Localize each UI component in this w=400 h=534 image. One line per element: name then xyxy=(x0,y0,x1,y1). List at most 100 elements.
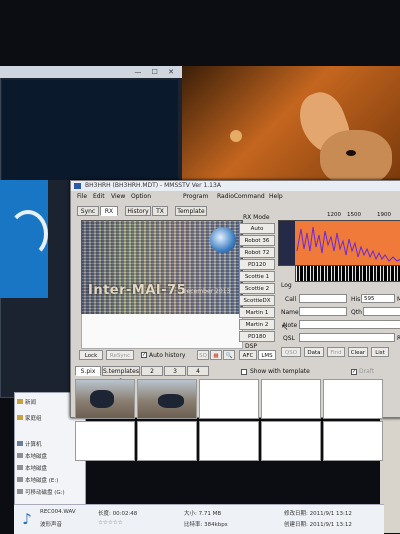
thumbnail-photo[interactable] xyxy=(137,379,197,419)
thumbnail-figure xyxy=(90,390,114,408)
nav-item[interactable]: 本地磁盘 xyxy=(25,452,47,460)
nav-item[interactable]: 可移动磁盘 (G:) xyxy=(25,488,65,496)
drive-icon xyxy=(17,453,23,458)
rx-mode-label: RX Mode xyxy=(243,214,270,221)
mode-martin1[interactable]: Martin 1 xyxy=(239,307,275,318)
menu-edit[interactable]: Edit xyxy=(93,192,105,202)
rx-image-blank-area xyxy=(81,314,243,349)
tab-s-pix[interactable]: S.pix xyxy=(75,366,101,376)
tab-sync[interactable]: Sync xyxy=(77,206,99,216)
qth-label: Qth xyxy=(351,309,362,316)
received-image: Inter-MAI-75 December 2013 xyxy=(81,220,243,316)
call-field[interactable] xyxy=(299,294,347,303)
qso-button[interactable]: QSO xyxy=(281,347,301,357)
mode-pd180[interactable]: PD180 xyxy=(239,331,275,342)
window-controls[interactable]: — ☐ ✕ xyxy=(134,68,178,76)
menu-radiocommand[interactable]: RadioCommand xyxy=(217,192,265,202)
show-with-template-checkbox[interactable] xyxy=(241,369,247,375)
menu-program[interactable]: Program xyxy=(183,192,208,202)
music-note-icon xyxy=(8,210,48,258)
freq-tick: 1500 xyxy=(347,212,361,218)
mode-robot36[interactable]: Robot 36 xyxy=(239,235,275,246)
zoom-icon[interactable]: 🔍 xyxy=(223,350,235,360)
his-label: His xyxy=(351,296,361,303)
clear-button[interactable]: Clear xyxy=(348,347,368,357)
sq-button[interactable]: SQ xyxy=(197,350,209,360)
mode-scottie1[interactable]: Scottie 1 xyxy=(239,271,275,282)
qsl-label: QSL xyxy=(283,335,295,342)
mode-robot72[interactable]: Robot 72 xyxy=(239,247,275,258)
nav-item[interactable]: 计算机 xyxy=(25,440,42,448)
call-label: Call xyxy=(285,296,297,303)
name-field[interactable] xyxy=(299,307,347,316)
drive-icon xyxy=(17,477,23,482)
rx-image-date: December 2013 xyxy=(182,288,231,295)
nav-item[interactable]: 本地磁盘 (E:) xyxy=(25,476,58,484)
color-palette-icon[interactable]: ▦ xyxy=(210,350,222,360)
thumbnail-empty[interactable] xyxy=(323,379,383,419)
qth-field[interactable] xyxy=(363,307,400,316)
thumbnail-empty[interactable] xyxy=(75,421,135,461)
audio-file-icon: ♪ xyxy=(22,510,32,528)
waterfall-display[interactable] xyxy=(295,265,400,282)
dsp-label: DSP xyxy=(245,343,258,350)
thumbnail-empty[interactable] xyxy=(261,421,321,461)
tab-history[interactable]: History xyxy=(125,206,151,216)
tab-page-3[interactable]: 3 xyxy=(164,366,186,376)
thumbnail-empty[interactable] xyxy=(199,421,259,461)
app-icon xyxy=(74,183,81,189)
file-name: REC004.WAV xyxy=(40,509,76,515)
tab-page-4[interactable]: 4 xyxy=(187,366,209,376)
nav-item[interactable]: 家庭组 xyxy=(25,414,42,422)
thumbnail-empty[interactable] xyxy=(199,379,259,419)
wallpaper-bokeh xyxy=(230,130,242,142)
spectrum-display[interactable] xyxy=(278,220,400,266)
auto-history-checkbox[interactable]: ✓ xyxy=(141,352,147,358)
picture-thumbnails xyxy=(75,377,397,465)
nav-item[interactable]: 新闻 xyxy=(25,398,36,406)
mode-pd120[interactable]: PD120 xyxy=(239,259,275,270)
tab-s-templates-1[interactable]: S.templates 1 xyxy=(102,366,140,385)
menu-file[interactable]: File xyxy=(77,192,87,202)
homegroup-icon xyxy=(17,415,23,420)
his-rst-field[interactable]: 595 xyxy=(361,294,395,303)
folder-icon xyxy=(17,399,23,404)
mode-martin2[interactable]: Martin 2 xyxy=(239,319,275,330)
drive-icon xyxy=(17,465,23,470)
list-button[interactable]: List xyxy=(371,347,389,357)
menu-bar: File Edit View Option Program RadioComma… xyxy=(71,192,400,202)
mode-scottiedx[interactable]: ScottieDX xyxy=(239,295,275,306)
spectrum-trace xyxy=(279,221,400,265)
menu-help[interactable]: Help xyxy=(269,192,283,202)
menu-option[interactable]: Option xyxy=(131,192,151,202)
thumbnail-empty[interactable] xyxy=(137,421,197,461)
freq-tick: 1200 xyxy=(327,212,341,218)
freq-tick: 1900 xyxy=(377,212,391,218)
wallpaper-deer-eye xyxy=(346,150,356,156)
thumbnail-empty[interactable] xyxy=(261,379,321,419)
find-button[interactable]: Find xyxy=(327,347,345,357)
name-label: Name xyxy=(281,309,299,316)
tab-rx[interactable]: RX xyxy=(100,206,118,216)
qsl-field[interactable] xyxy=(299,333,395,342)
nav-item[interactable]: 本地磁盘 xyxy=(25,464,47,472)
data-button[interactable]: Data xyxy=(304,347,324,357)
afc-button[interactable]: AFC xyxy=(239,350,257,360)
mode-auto[interactable]: Auto xyxy=(239,223,275,234)
draft-checkbox[interactable]: ✓ xyxy=(351,369,357,375)
menu-view[interactable]: View xyxy=(111,192,125,202)
wallpaper-deer-head xyxy=(320,130,392,186)
resync-button[interactable]: ReSync xyxy=(106,350,134,360)
thumbnail-photo[interactable] xyxy=(75,379,135,419)
rating-stars[interactable]: ☆☆☆☆☆ xyxy=(98,520,123,526)
tab-page-2[interactable]: 2 xyxy=(141,366,163,376)
note-label: Note xyxy=(283,322,298,329)
tab-template[interactable]: Template xyxy=(175,206,207,216)
thumbnail-empty[interactable] xyxy=(323,421,383,461)
lock-button[interactable]: Lock xyxy=(79,350,103,360)
mode-scottie2[interactable]: Scottie 2 xyxy=(239,283,275,294)
note-field[interactable] xyxy=(299,320,400,329)
lms-button[interactable]: LMS xyxy=(258,350,276,360)
tab-tx[interactable]: TX xyxy=(152,206,168,216)
computer-icon xyxy=(17,441,23,446)
